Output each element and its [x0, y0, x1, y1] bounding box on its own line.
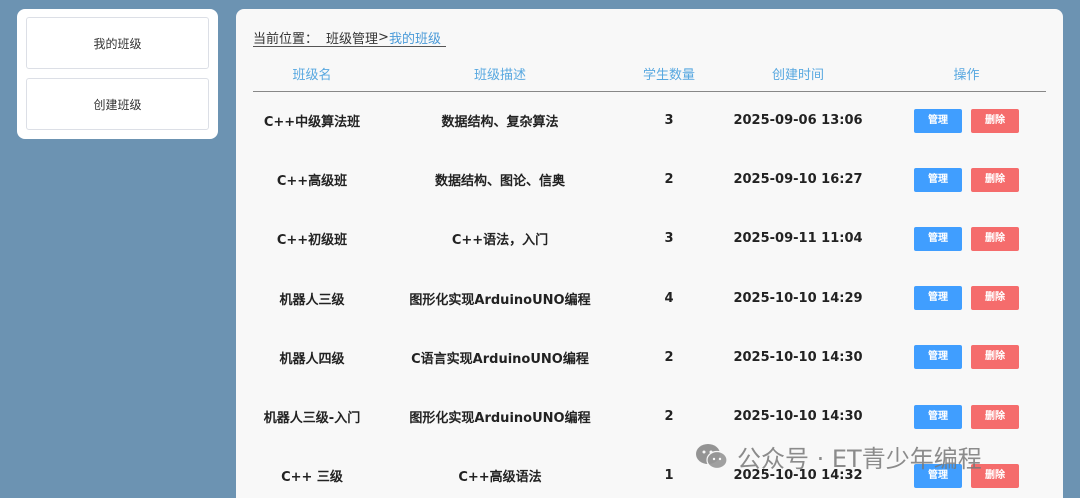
class-name-cell: C++高级班 — [276, 174, 348, 190]
table-row: C++初级班 C++语法，入门 3 2025-09-11 11:04 管理 删除 — [253, 209, 1046, 268]
header-class-name: 班级名 — [253, 57, 371, 92]
table-row: 机器人三级-入门 图形化实现ArduinoUNO编程 2 2025-10-10 14:… — [253, 387, 1046, 446]
student-count-cell: 4 — [664, 290, 674, 306]
class-desc-cell: 数据结构、复杂算法 — [441, 115, 559, 131]
created-time-cell: 2025-10-10 14:30 — [733, 409, 863, 425]
header-student-count: 学生数量 — [629, 57, 709, 92]
wechat-icon — [696, 443, 728, 469]
breadcrumb-prefix: 当前位置： — [253, 32, 319, 47]
delete-button[interactable]: 删除 — [971, 404, 1019, 429]
sidebar-item-my-classes[interactable]: 我的班级 — [26, 17, 209, 69]
breadcrumb-section[interactable]: 班级管理 — [326, 28, 378, 47]
class-name-cell: C++ 三级 — [281, 470, 343, 486]
table-row: C++中级算法班 数据结构、复杂算法 3 2025-09-06 13:06 管理 删除 — [253, 91, 1046, 150]
breadcrumb-current[interactable]: 我的班级 — [389, 28, 441, 47]
class-desc-cell: 图形化实现ArduinoUNO编程 — [409, 411, 591, 427]
watermark-text: 公众号 · ET青少年编程 — [737, 445, 982, 473]
breadcrumb: 当前位置： 班级管理 > 我的班级 — [253, 28, 441, 47]
class-desc-cell: C语言实现ArduinoUNO编程 — [411, 351, 589, 367]
manage-button[interactable]: 管理 — [914, 286, 962, 311]
created-time-cell: 2025-09-11 11:04 — [733, 231, 863, 247]
created-time-cell: 2025-09-06 13:06 — [733, 113, 863, 129]
manage-button[interactable]: 管理 — [914, 404, 962, 429]
watermark: 公众号 · ET青少年编程 — [695, 439, 982, 474]
header-actions: 操作 — [887, 57, 1046, 92]
class-desc-cell: C++语法，入门 — [451, 233, 549, 249]
created-time-cell: 2025-10-10 14:29 — [733, 290, 863, 306]
class-name-cell: C++初级班 — [276, 233, 348, 249]
delete-button[interactable]: 删除 — [971, 286, 1019, 311]
delete-button[interactable]: 删除 — [971, 345, 1019, 370]
student-count-cell: 2 — [664, 172, 674, 188]
actions-cell: 管理 删除 — [887, 150, 1046, 209]
class-desc-cell: 数据结构、图论、信奥 — [434, 174, 565, 190]
delete-button[interactable]: 删除 — [971, 167, 1019, 192]
actions-cell: 管理 删除 — [887, 387, 1046, 446]
class-name-cell: 机器人三级-入门 — [263, 411, 361, 427]
table-row: 机器人三级 图形化实现ArduinoUNO编程 4 2025-10-10 14:29 管… — [253, 269, 1046, 328]
manage-button[interactable]: 管理 — [914, 226, 962, 251]
actions-cell: 管理 删除 — [887, 91, 1046, 150]
student-count-cell: 2 — [664, 349, 674, 365]
class-table: 班级名 班级描述 学生数量 创建时间 操作 C++中级算法班 数据结构、复杂算法 3… — [253, 57, 1046, 498]
actions-cell: 管理 删除 — [887, 328, 1046, 387]
manage-button[interactable]: 管理 — [914, 108, 962, 133]
class-name-cell: C++中级算法班 — [263, 115, 361, 131]
created-time-cell: 2025-10-10 14:30 — [733, 349, 863, 365]
student-count-cell: 3 — [664, 231, 674, 247]
table-header-row: 班级名 班级描述 学生数量 创建时间 操作 — [253, 57, 1046, 92]
header-created-time: 创建时间 — [709, 57, 887, 92]
breadcrumb-underline — [253, 46, 446, 47]
breadcrumb-separator: > — [378, 30, 389, 45]
manage-button[interactable]: 管理 — [914, 345, 962, 370]
delete-button[interactable]: 删除 — [971, 226, 1019, 251]
class-name-cell: 机器人三级 — [279, 292, 345, 308]
student-count-cell: 2 — [664, 409, 674, 425]
created-time-cell: 2025-09-10 16:27 — [733, 172, 863, 188]
table-row: C++高级班 数据结构、图论、信奥 2 2025-09-10 16:27 管理 删除 — [253, 150, 1046, 209]
main-panel: 当前位置： 班级管理 > 我的班级 班级名 班级描述 学生数量 创建时间 操作 … — [236, 9, 1063, 498]
student-count-cell: 3 — [664, 113, 674, 129]
class-desc-cell: 图形化实现ArduinoUNO编程 — [409, 292, 591, 308]
actions-cell: 管理 删除 — [887, 209, 1046, 268]
manage-button[interactable]: 管理 — [914, 167, 962, 192]
sidebar: 我的班级 创建班级 — [17, 9, 218, 139]
class-desc-cell: C++高级语法 — [458, 470, 542, 486]
table-row: 机器人四级 C语言实现ArduinoUNO编程 2 2025-10-10 14:30 管… — [253, 328, 1046, 387]
class-name-cell: 机器人四级 — [279, 351, 345, 367]
actions-cell: 管理 删除 — [887, 269, 1046, 328]
sidebar-item-create-class[interactable]: 创建班级 — [26, 78, 209, 130]
header-class-desc: 班级描述 — [371, 57, 629, 92]
delete-button[interactable]: 删除 — [971, 108, 1019, 133]
